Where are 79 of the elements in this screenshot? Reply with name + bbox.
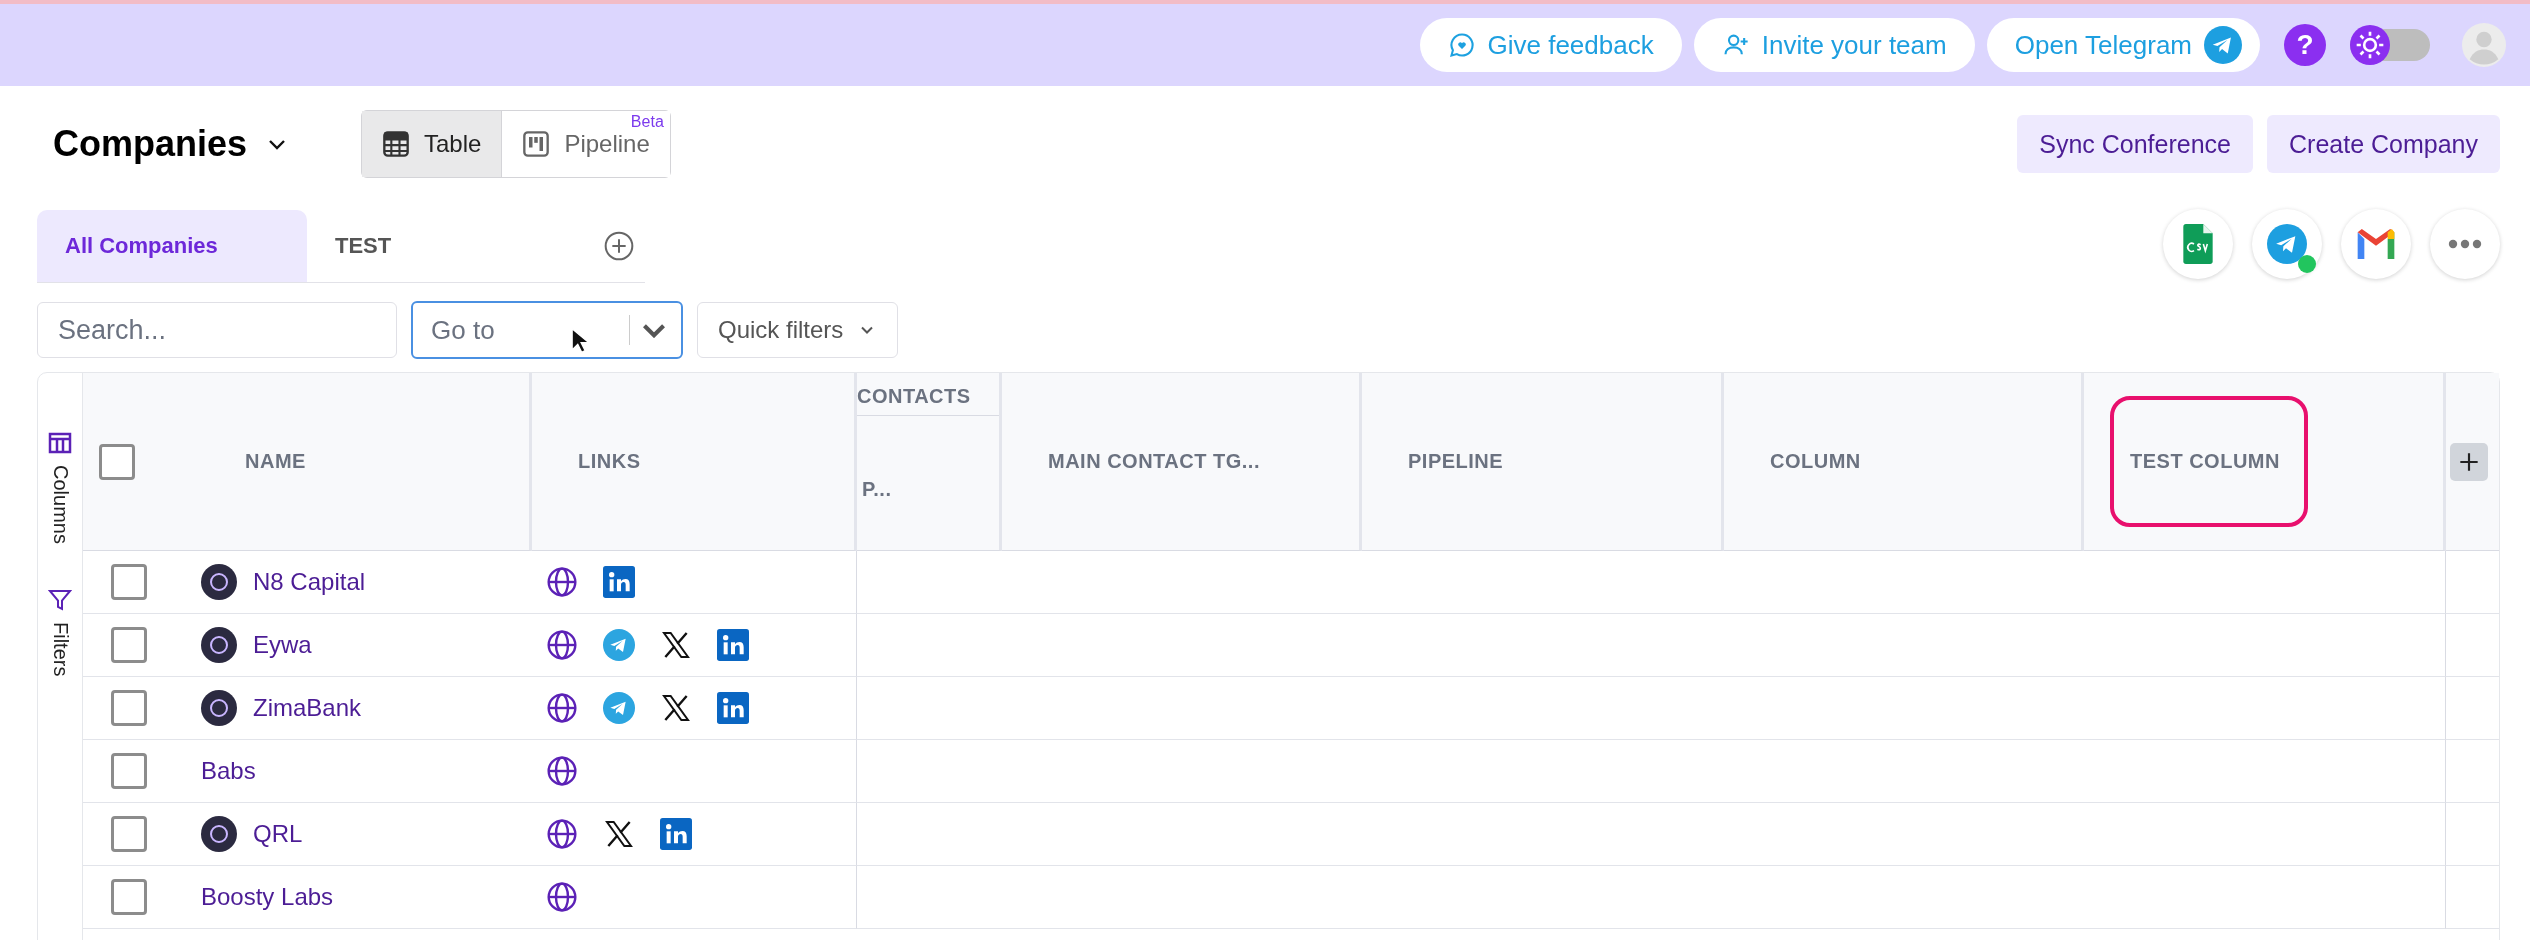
- mouse-cursor-icon: [571, 327, 589, 355]
- integration-button[interactable]: [2341, 209, 2411, 279]
- sun-icon: [2350, 25, 2390, 65]
- chevron-down-icon[interactable]: [643, 323, 665, 338]
- telegram-icon: [2267, 224, 2307, 264]
- column-group-label: CONTACTS: [857, 383, 972, 409]
- column-header[interactable]: CONTACTS P...: [857, 373, 1002, 551]
- go-to-field[interactable]: Go to: [411, 301, 683, 359]
- row-checkbox[interactable]: [111, 879, 147, 915]
- integration-button[interactable]: [2163, 209, 2233, 279]
- side-panel-button[interactable]: Filters: [48, 587, 72, 677]
- page-title-dropdown[interactable]: Companies: [37, 123, 343, 165]
- select-all-checkbox[interactable]: [99, 443, 135, 480]
- search-field[interactable]: Search...: [37, 302, 397, 358]
- company-name-link[interactable]: Eywa: [201, 627, 312, 663]
- column-header-label: MAIN CONTACT TG...: [1047, 449, 1261, 474]
- telegram-icon: [2204, 26, 2242, 64]
- column-header-label: TEST COLUMN: [2110, 396, 2308, 527]
- add-tab-icon[interactable]: [603, 229, 635, 262]
- column-header[interactable]: TEST COLUMN: [2084, 373, 2446, 551]
- row-checkbox[interactable]: [111, 816, 147, 852]
- x-logo-icon[interactable]: [660, 692, 692, 724]
- header-action-button[interactable]: Sync Conference: [2017, 115, 2253, 173]
- row-checkbox[interactable]: [111, 753, 147, 789]
- company-name-link[interactable]: Boosty Labs: [201, 883, 334, 911]
- column-header-label: LINKS: [577, 449, 642, 474]
- company-logo-icon: [201, 627, 237, 663]
- linkedin-icon[interactable]: [603, 566, 635, 598]
- add-column-button[interactable]: [2450, 442, 2488, 481]
- online-status-dot: [2298, 255, 2316, 273]
- help-button[interactable]: ?: [2284, 24, 2326, 66]
- column-header-label: PIPELINE: [1407, 449, 1505, 474]
- column-header[interactable]: LINKS: [532, 373, 857, 551]
- header-action-button[interactable]: Create Company: [2267, 115, 2500, 173]
- column-header[interactable]: PIPELINE: [1362, 373, 1724, 551]
- filter-icon: [48, 587, 72, 612]
- column-header[interactable]: MAIN CONTACT TG...: [1002, 373, 1362, 551]
- row-checkbox[interactable]: [111, 690, 147, 726]
- company-logo-icon: [201, 690, 237, 726]
- x-logo-icon[interactable]: [603, 818, 635, 850]
- column-header[interactable]: COLUMN: [1724, 373, 2084, 551]
- column-header-label: NAME: [244, 449, 307, 474]
- view-tab[interactable]: TEST: [307, 209, 420, 282]
- x-logo-icon[interactable]: [660, 629, 692, 661]
- view-tab[interactable]: All Companies: [37, 209, 307, 282]
- table-icon: [382, 130, 410, 158]
- theme-toggle[interactable]: [2350, 25, 2430, 65]
- company-logo-icon: [201, 816, 237, 852]
- linkedin-icon[interactable]: [660, 818, 692, 850]
- company-logo-icon: [201, 564, 237, 600]
- column-header-label: P...: [861, 476, 893, 502]
- linkedin-icon[interactable]: [717, 692, 749, 724]
- globe-icon[interactable]: [546, 755, 578, 787]
- row-checkbox[interactable]: [111, 627, 147, 663]
- integration-button[interactable]: [2430, 209, 2500, 279]
- columns-icon: [48, 431, 72, 455]
- quick-filters-dropdown[interactable]: Quick filters: [697, 302, 899, 358]
- column-header-label: COLUMN: [1769, 449, 1862, 474]
- column-header[interactable]: NAME: [199, 373, 532, 551]
- beta-label: Beta: [630, 113, 664, 131]
- kanban-icon: [522, 130, 551, 158]
- globe-icon[interactable]: [546, 881, 578, 913]
- globe-icon[interactable]: [546, 629, 578, 661]
- globe-icon[interactable]: [546, 818, 578, 850]
- telegram-icon[interactable]: [603, 692, 635, 724]
- view-toggle-button[interactable]: Table: [362, 111, 502, 177]
- more-icon: [2447, 238, 2483, 250]
- row-checkbox[interactable]: [111, 564, 147, 600]
- integration-button[interactable]: [2252, 209, 2322, 279]
- telegram-icon[interactable]: [603, 629, 635, 661]
- company-name-link[interactable]: QRL: [201, 816, 303, 852]
- globe-icon[interactable]: [546, 566, 578, 598]
- company-name-link[interactable]: Babs: [201, 757, 256, 785]
- globe-icon[interactable]: [546, 692, 578, 724]
- company-name-link[interactable]: N8 Capital: [201, 564, 366, 600]
- linkedin-icon[interactable]: [717, 629, 749, 661]
- side-panel-button[interactable]: Columns: [48, 431, 72, 544]
- company-name-link[interactable]: ZimaBank: [201, 690, 362, 726]
- chat-heart-icon: [1447, 31, 1476, 59]
